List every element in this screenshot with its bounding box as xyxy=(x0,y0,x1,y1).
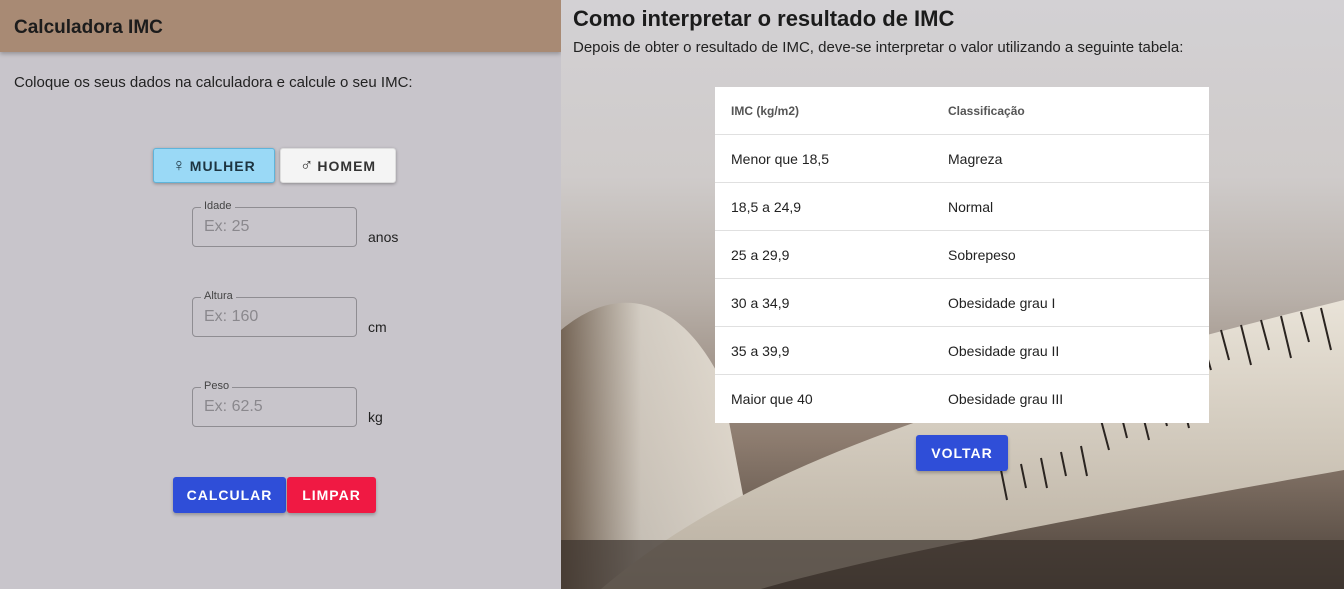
female-label: MULHER xyxy=(189,157,256,174)
imc-range: 30 a 34,9 xyxy=(731,294,790,311)
height-input[interactable] xyxy=(204,308,349,326)
calculate-button[interactable]: CALCULAR xyxy=(173,477,286,513)
age-unit: anos xyxy=(368,229,399,245)
table-row: 35 a 39,9 Obesidade grau II xyxy=(715,327,1209,375)
classification: Obesidade grau I xyxy=(948,294,1056,311)
imc-range: 18,5 a 24,9 xyxy=(731,198,802,215)
imc-range: Menor que 18,5 xyxy=(731,150,830,167)
height-unit: cm xyxy=(368,319,387,335)
male-icon: ♂ xyxy=(299,155,315,175)
calculator-panel: Calculadora IMC Coloque os seus dados na… xyxy=(0,0,561,589)
height-field: Altura xyxy=(192,290,357,337)
imc-range: 35 a 39,9 xyxy=(731,342,790,359)
calculator-title: Calculadora IMC xyxy=(14,17,163,38)
age-input[interactable] xyxy=(204,218,349,236)
female-icon: ♀ xyxy=(172,155,187,175)
interpretation-title: Como interpretar o resultado de IMC xyxy=(573,6,955,31)
calculator-intro: Coloque os seus dados na calculadora e c… xyxy=(14,74,413,91)
back-button[interactable]: VOLTAR xyxy=(916,435,1008,471)
table-row: 25 a 29,9 Sobrepeso xyxy=(715,231,1209,279)
female-button[interactable]: ♀ MULHER xyxy=(153,148,275,183)
age-label: Idade xyxy=(201,200,235,212)
classification: Normal xyxy=(948,198,994,215)
table-header-row: IMC (kg/m2) Classificação xyxy=(715,87,1209,135)
header-imc: IMC (kg/m2) xyxy=(731,103,800,118)
imc-table: IMC (kg/m2) Classificação Menor que 18,5… xyxy=(715,87,1209,423)
interpretation-panel: Como interpretar o resultado de IMC Depo… xyxy=(561,0,1344,589)
age-field: Idade xyxy=(192,200,357,247)
classification: Sobrepeso xyxy=(948,246,1016,263)
table-row: Maior que 40 Obesidade grau III xyxy=(715,375,1209,423)
imc-range: 25 a 29,9 xyxy=(731,246,790,263)
classification: Magreza xyxy=(948,150,1003,167)
table-row: 18,5 a 24,9 Normal xyxy=(715,183,1209,231)
table-row: 30 a 34,9 Obesidade grau I xyxy=(715,279,1209,327)
male-button[interactable]: ♂ HOMEM xyxy=(280,148,396,183)
classification: Obesidade grau III xyxy=(948,391,1064,407)
male-label: HOMEM xyxy=(317,157,377,174)
classification: Obesidade grau II xyxy=(948,342,1060,359)
weight-label: Peso xyxy=(201,380,233,392)
weight-unit: kg xyxy=(368,409,383,425)
weight-input[interactable] xyxy=(204,398,349,416)
height-label: Altura xyxy=(201,290,236,302)
clear-button[interactable]: LIMPAR xyxy=(287,477,376,513)
table-row: Menor que 18,5 Magreza xyxy=(715,135,1209,183)
interpretation-subtitle: Depois de obter o resultado de IMC, deve… xyxy=(573,39,1184,56)
imc-range: Maior que 40 xyxy=(731,391,813,407)
header-classification: Classificação xyxy=(948,103,1025,118)
calculator-header: Calculadora IMC xyxy=(0,0,561,52)
weight-field: Peso xyxy=(192,380,357,427)
